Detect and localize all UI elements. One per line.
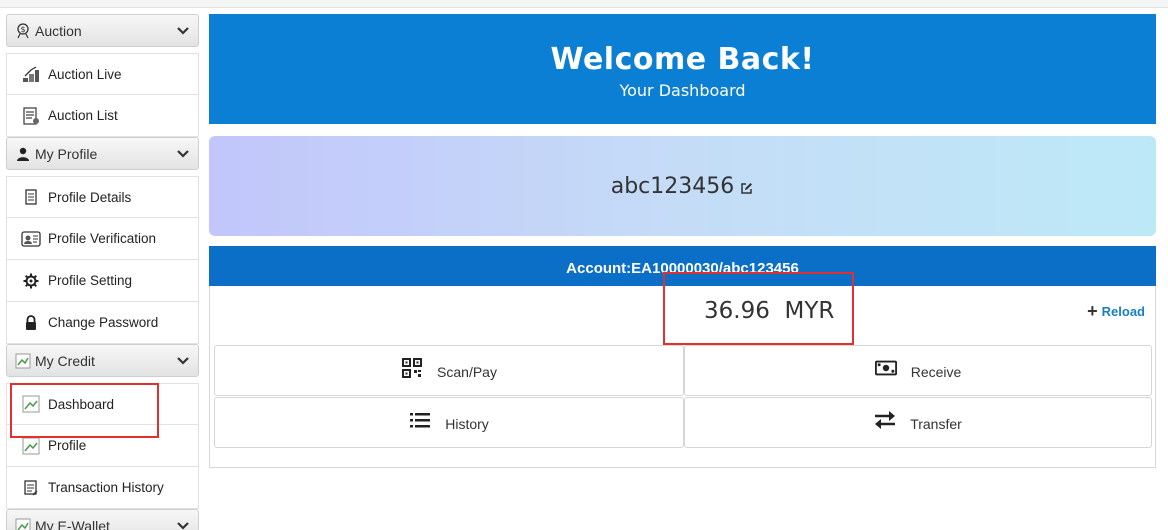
auction-live-icon <box>21 64 41 84</box>
sidebar-item-change-password[interactable]: Change Password <box>6 302 199 344</box>
account-bar: Account:EA10000030/abc123456 <box>209 246 1156 286</box>
qr-code-icon <box>401 357 423 379</box>
chevron-down-icon[interactable] <box>176 354 190 368</box>
account-label: Account:EA10000030/abc123456 <box>566 259 799 277</box>
reload-button[interactable]: + Reload <box>1087 302 1145 320</box>
sidebar-item-auction-list[interactable]: Auction List <box>6 95 199 137</box>
sidebar-item-label: Profile Details <box>48 189 132 205</box>
sidebar-section-label: My Credit <box>35 352 95 369</box>
chevron-down-icon[interactable] <box>176 519 190 530</box>
sidebar-item-dashboard[interactable]: Dashboard <box>6 383 199 425</box>
chevron-down-icon[interactable] <box>176 24 190 38</box>
balance-currency: MYR <box>784 298 835 324</box>
balance-amount: 36.96 <box>704 298 770 324</box>
plus-icon: + <box>1087 301 1098 321</box>
reload-label: Reload <box>1101 303 1145 319</box>
browser-top-strip <box>0 0 1168 8</box>
money-bill-icon <box>874 357 897 379</box>
sidebar-item-label: Dashboard <box>48 396 115 412</box>
broken-image-icon <box>21 436 41 456</box>
sidebar-item-label: Profile <box>48 438 87 453</box>
broken-image-icon <box>21 394 41 414</box>
button-label: Scan/Pay <box>437 363 497 380</box>
welcome-title: Welcome Back! <box>550 42 815 77</box>
user-icon <box>15 146 31 162</box>
chevron-down-icon[interactable] <box>176 147 190 161</box>
sidebar-section-label: My Profile <box>35 145 98 162</box>
welcome-banner: Welcome Back! Your Dashboard <box>209 14 1156 124</box>
broken-image-icon <box>15 518 31 530</box>
sidebar-section-my-credit[interactable]: My Credit <box>6 344 199 377</box>
sidebar-item-profile-setting[interactable]: Profile Setting <box>6 260 199 302</box>
scan-pay-button[interactable]: Scan/Pay <box>214 345 684 396</box>
sidebar-item-credit-profile[interactable]: Profile <box>6 425 199 467</box>
transfer-arrows-icon <box>874 409 896 431</box>
username: abc123456 <box>610 173 735 199</box>
sidebar-item-label: Auction Live <box>48 66 122 82</box>
transfer-button[interactable]: Transfer <box>684 397 1152 448</box>
money-bag-icon: $ <box>15 22 31 39</box>
receipt-icon <box>21 478 41 498</box>
sidebar-section-my-ewallet[interactable]: My E-Wallet <box>6 509 199 530</box>
id-card-icon <box>21 229 41 249</box>
sidebar-item-profile-details[interactable]: Profile Details <box>6 176 199 218</box>
sidebar-item-label: Transaction History <box>48 480 164 495</box>
button-label: History <box>445 415 489 432</box>
welcome-subtitle: Your Dashboard <box>619 81 746 100</box>
document-icon <box>21 187 41 207</box>
balance-display: 36.96 MYR <box>704 298 834 324</box>
sidebar: $ Auction Auction Live Auction List My P… <box>6 14 199 530</box>
svg-text:$: $ <box>20 25 25 34</box>
sidebar-section-label: Auction <box>35 22 82 39</box>
sidebar-section-label: My E-Wallet <box>35 517 110 530</box>
auction-list-icon <box>21 106 41 126</box>
sidebar-item-label: Profile Verification <box>48 231 157 246</box>
sidebar-item-profile-verification[interactable]: Profile Verification <box>6 218 199 260</box>
sidebar-item-label: Profile Setting <box>48 273 133 288</box>
button-label: Transfer <box>910 415 962 432</box>
lock-icon <box>21 313 41 333</box>
sidebar-item-transaction-history[interactable]: Transaction History <box>6 467 199 509</box>
broken-image-icon <box>15 353 31 369</box>
button-label: Receive <box>910 363 962 380</box>
receive-button[interactable]: Receive <box>684 345 1152 396</box>
gear-icon <box>21 271 41 291</box>
edit-icon[interactable] <box>740 182 754 196</box>
sidebar-item-label: Auction List <box>48 108 118 123</box>
sidebar-item-auction-live[interactable]: Auction Live <box>6 53 199 95</box>
history-button[interactable]: History <box>214 397 684 448</box>
sidebar-item-label: Change Password <box>48 315 159 330</box>
sidebar-section-my-profile[interactable]: My Profile <box>6 137 199 170</box>
wallet-panel: 36.96 MYR + Reload Scan/Pay Receive Hist… <box>209 286 1156 468</box>
user-card: abc123456 <box>209 136 1156 236</box>
list-icon <box>409 409 431 431</box>
sidebar-section-auction[interactable]: $ Auction <box>6 14 199 47</box>
